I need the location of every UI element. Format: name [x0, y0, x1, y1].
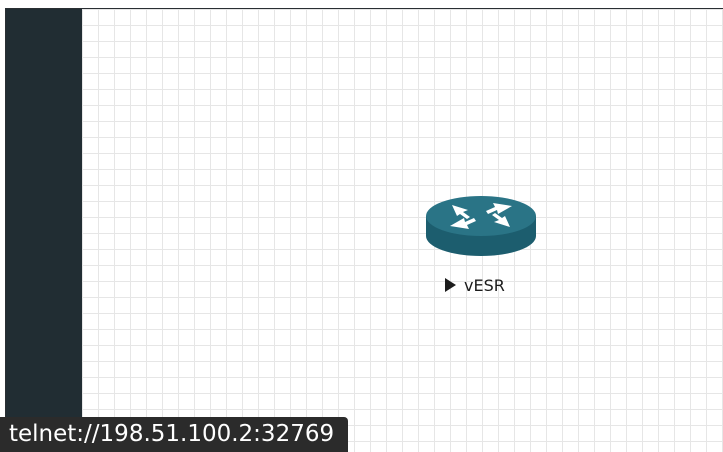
router-icon[interactable]	[424, 190, 538, 260]
play-icon	[445, 278, 456, 292]
topology-canvas[interactable]	[82, 9, 723, 452]
node-label[interactable]: vESR	[445, 274, 505, 296]
router-node-vesr[interactable]: vESR	[418, 190, 544, 300]
left-sidebar[interactable]	[6, 9, 82, 452]
status-link-url: telnet://198.51.100.2:32769	[9, 421, 335, 447]
workspace-frame	[5, 8, 723, 452]
node-name: vESR	[464, 275, 505, 295]
link-status-bar: telnet://198.51.100.2:32769	[0, 417, 349, 452]
